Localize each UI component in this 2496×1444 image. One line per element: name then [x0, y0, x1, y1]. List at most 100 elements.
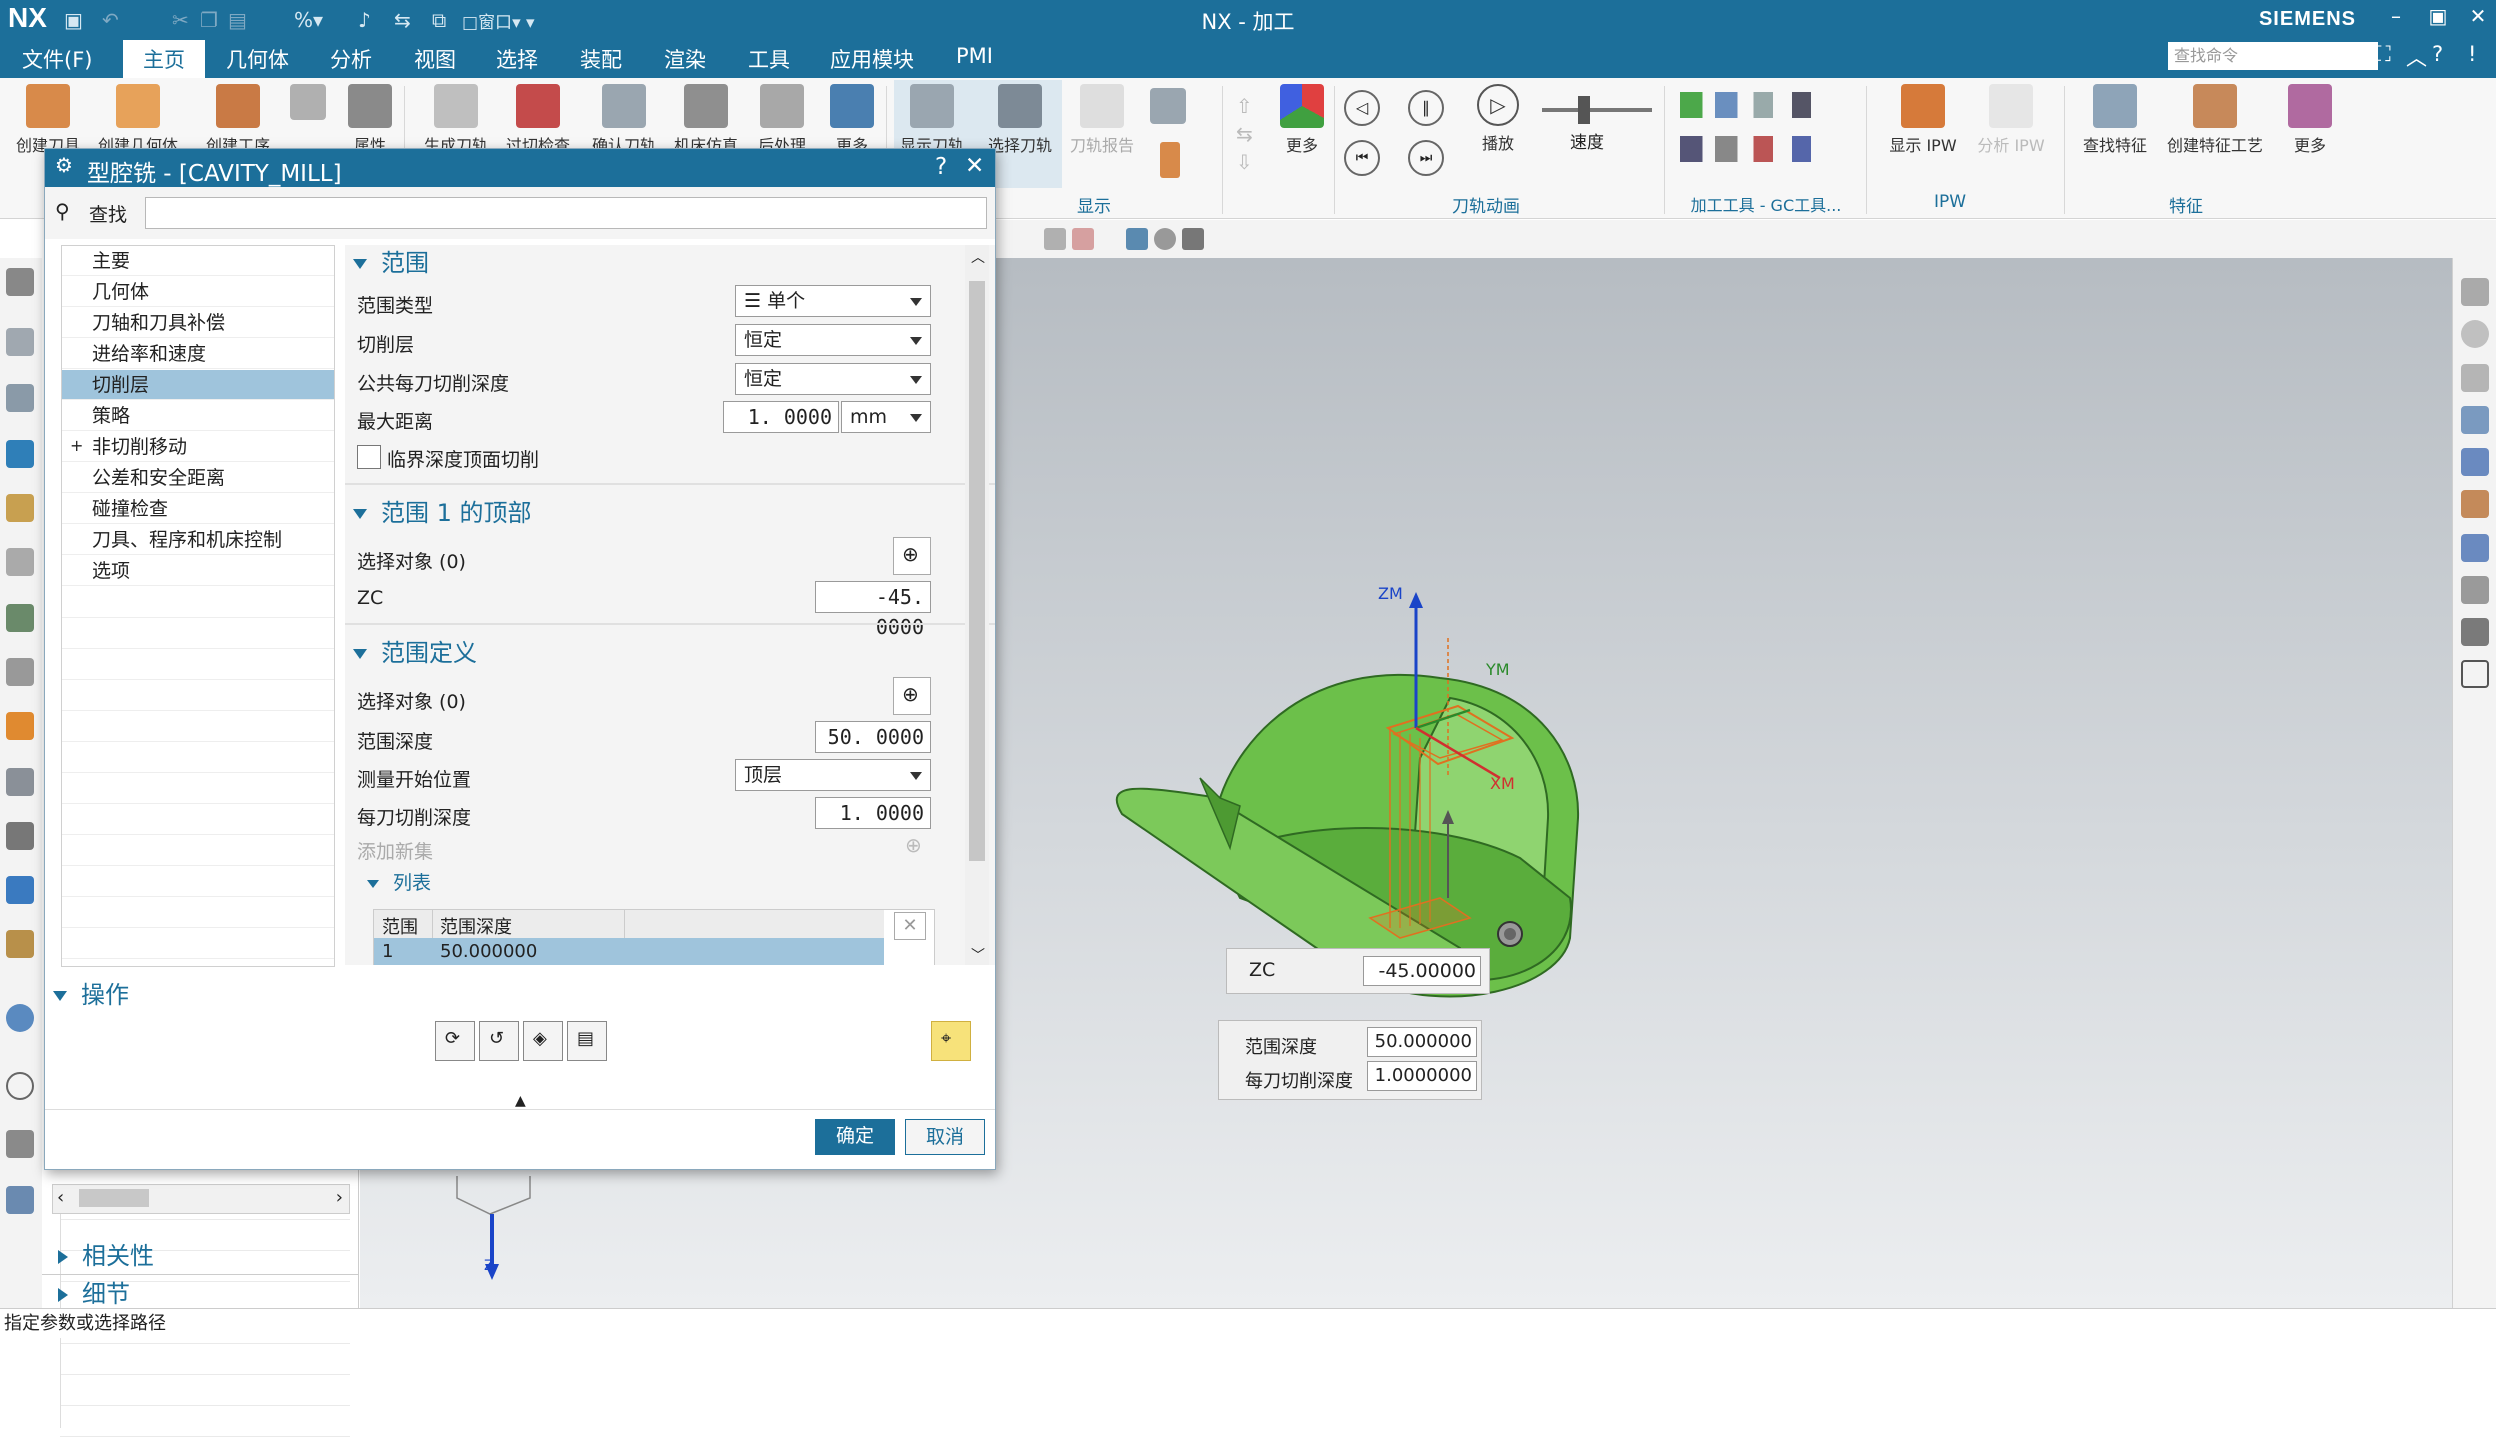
restore-button[interactable]: ▣	[2420, 4, 2456, 28]
web-browser-icon[interactable]	[6, 768, 34, 796]
depth-per-cut-input[interactable]: 1. 0000	[815, 797, 931, 829]
measure-from-select[interactable]: 顶层	[735, 759, 931, 791]
cut-levels-select[interactable]: 恒定	[735, 324, 931, 356]
operations-section-header[interactable]: 操作	[45, 977, 345, 1013]
page-tolerances[interactable]: 公差和安全距离	[62, 463, 334, 493]
library-icon[interactable]	[6, 1186, 34, 1214]
menu-pmi[interactable]: PMI	[956, 44, 993, 68]
menu-view[interactable]: 视图	[414, 44, 456, 74]
page-tool-program-machine[interactable]: 刀具、程序和机床控制	[62, 525, 334, 555]
close-window-button[interactable]: ✕	[2460, 4, 2496, 28]
step-back-icon[interactable]: ◁	[1344, 90, 1380, 126]
transform-icon[interactable]	[2461, 576, 2489, 604]
common-depth-select[interactable]: 恒定	[735, 363, 931, 395]
reuse-library-icon[interactable]	[6, 658, 34, 686]
operation-navigator-icon[interactable]	[6, 440, 34, 468]
system-scenes-icon[interactable]	[6, 1004, 34, 1032]
process-studio-icon[interactable]	[6, 876, 34, 904]
postprocess-button[interactable]: 后处理	[742, 84, 822, 156]
range-top-select-button[interactable]: ⊕	[893, 537, 931, 575]
show-blank-icon[interactable]	[1150, 88, 1186, 124]
gc-tools-row1[interactable]	[1680, 92, 1840, 118]
part-navigator-icon[interactable]	[6, 384, 34, 412]
related-section[interactable]: 相关性	[58, 1236, 154, 1271]
menu-applications[interactable]: 应用模块	[830, 44, 914, 74]
palette-icon[interactable]	[6, 822, 34, 850]
navigator-hscrollbar[interactable]: ‹ ›	[52, 1184, 350, 1214]
layer-icon[interactable]	[2461, 364, 2489, 392]
history-icon[interactable]	[6, 604, 34, 632]
create-operation-button[interactable]: 创建工序	[198, 84, 278, 156]
page-tool-axis[interactable]: 刀轴和刀具补偿	[62, 308, 334, 338]
show-hide-icon[interactable]	[2461, 320, 2489, 348]
show-ipw-button[interactable]: 显示 IPW	[1878, 84, 1968, 156]
delete-row-button[interactable]: ✕	[894, 912, 926, 940]
more-display-button[interactable]: 更多	[1262, 84, 1342, 156]
settings-icon[interactable]	[6, 268, 34, 296]
generate-toolpath-button[interactable]: 生成刀轨	[416, 84, 496, 156]
wcs-icon[interactable]	[1126, 228, 1148, 250]
alert-icon[interactable]: !	[2468, 42, 2476, 66]
list-subsection-header[interactable]: 列表	[345, 865, 995, 901]
collapse-ribbon-icon[interactable]: ︿	[2406, 42, 2427, 72]
page-geometry[interactable]: 几何体	[62, 277, 334, 307]
machine-simulation-button[interactable]: 机床仿真	[666, 84, 746, 156]
pause-icon[interactable]: ∥	[1408, 90, 1444, 126]
menu-analysis[interactable]: 分析	[330, 44, 372, 74]
filter-icon[interactable]	[1044, 228, 1066, 250]
menu-file[interactable]: 文件(F)	[22, 44, 92, 74]
tool-display-icon[interactable]	[1160, 142, 1180, 178]
select-toolpath-button[interactable]: 选择刀轨	[980, 84, 1060, 156]
list-button[interactable]: ▤	[567, 1021, 607, 1061]
verify-toolpath-button[interactable]: 确认刀轨	[584, 84, 664, 156]
gc-tools-row2[interactable]	[1680, 136, 1840, 162]
cancel-button[interactable]: 取消	[905, 1119, 985, 1155]
render-icon[interactable]	[2461, 618, 2489, 646]
move-object-icon[interactable]	[2461, 406, 2489, 434]
toolpath-report-button[interactable]: 刀轨报告	[1062, 84, 1142, 156]
per-cut-onscreen-value[interactable]: 1.0000000	[1367, 1061, 1477, 1091]
generate-button[interactable]: ⟳	[435, 1021, 475, 1061]
speed-slider-thumb[interactable]	[1578, 96, 1590, 124]
skip-back-icon[interactable]: ⏮	[1344, 140, 1380, 176]
create-tool-button[interactable]: 创建刀具	[8, 84, 88, 156]
dialog-title-bar[interactable]: ⚙ 型腔铣 - [CAVITY_MILL] ? ✕	[45, 149, 995, 187]
page-collision-check[interactable]: 碰撞检查	[62, 494, 334, 524]
verify-button[interactable]: ◈	[523, 1021, 563, 1061]
feature-navigator-icon[interactable]	[6, 548, 34, 576]
fit-view-icon[interactable]	[2461, 660, 2489, 688]
dialog-close-button[interactable]: ✕	[965, 153, 984, 179]
zc-onscreen-value[interactable]: -45.00000	[1363, 956, 1481, 986]
page-non-cutting-moves[interactable]: 非切削移动	[62, 432, 334, 462]
expand-plus-icon[interactable]: +	[70, 436, 83, 455]
assembly-navigator-icon[interactable]	[6, 328, 34, 356]
help-icon[interactable]: ?	[2432, 42, 2443, 66]
depth-onscreen-value[interactable]: 50.000000	[1367, 1027, 1477, 1057]
scroll-up-icon[interactable]: ︿	[971, 247, 985, 267]
replay-button[interactable]: ↺	[479, 1021, 519, 1061]
find-input[interactable]	[145, 197, 987, 229]
page-options[interactable]: 选项	[62, 556, 334, 586]
dialog-help-button[interactable]: ?	[935, 154, 947, 180]
play-button[interactable]: ▷ 播放	[1458, 84, 1538, 154]
filter-icon[interactable]	[1072, 228, 1094, 250]
range-def-section-header[interactable]: 范围定义	[345, 635, 995, 671]
search-icon[interactable]: ⌕	[2346, 42, 2358, 67]
page-strategy[interactable]: 策略	[62, 401, 334, 431]
object-display-icon[interactable]	[2461, 448, 2489, 476]
select-toolpath-op-button[interactable]: ⌖	[931, 1021, 971, 1061]
critical-depth-checkbox[interactable]	[357, 445, 381, 469]
range-top-section-header[interactable]: 范围 1 的顶部	[345, 495, 995, 531]
properties-button[interactable]: 属性	[330, 84, 410, 156]
show-icon[interactable]	[1154, 228, 1176, 250]
role-icon[interactable]	[6, 930, 34, 958]
dialog-vscrollbar[interactable]: ︿ ﹀	[965, 245, 989, 965]
menu-geometry[interactable]: 几何体	[226, 44, 289, 74]
gouge-check-button[interactable]: 过切检查	[498, 84, 578, 156]
table-row[interactable]: 1 50.000000	[374, 938, 884, 965]
minimize-button[interactable]: –	[2378, 4, 2414, 28]
hide-icon[interactable]	[1182, 228, 1204, 250]
range-def-select-button[interactable]: ⊕	[893, 677, 931, 715]
range-section-header[interactable]: 范围	[345, 245, 995, 281]
display-toolpath-button[interactable]: 显示刀轨	[892, 84, 972, 156]
